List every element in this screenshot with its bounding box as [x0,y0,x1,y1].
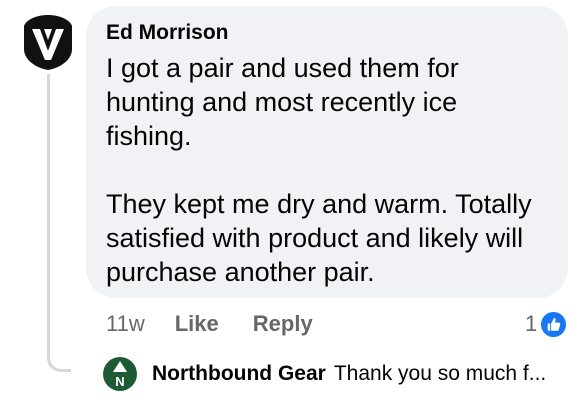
commenter-avatar[interactable] [22,13,74,71]
like-button[interactable]: Like [175,311,219,337]
northbound-gear-avatar[interactable]: N [102,356,138,392]
reply-button[interactable]: Reply [253,311,313,337]
reply-avatar-letter: N [115,374,124,389]
comment-thread: Ed Morrison I got a pair and used them f… [0,0,587,407]
comment-author[interactable]: Ed Morrison [106,20,548,46]
comment-timestamp[interactable]: 11w [106,311,145,337]
comment-actions: 11w Like Reply [106,310,347,338]
reply-preview[interactable]: N Northbound Gear Thank you so much f... [102,356,546,392]
reply-text-preview: Thank you so much f... [333,362,547,385]
comment-text-paragraph-1: I got a pair and used them for hunting a… [106,53,459,151]
comment-text-paragraph-2: They kept me dry and warm. Totally satis… [106,189,532,287]
reaction-summary[interactable]: 1 [525,310,567,338]
like-icon [541,311,567,337]
reply-author[interactable]: Northbound Gear [152,362,326,386]
thread-connector [47,74,71,372]
reaction-count: 1 [525,311,538,336]
comment-bubble: Ed Morrison I got a pair and used them f… [86,6,568,298]
